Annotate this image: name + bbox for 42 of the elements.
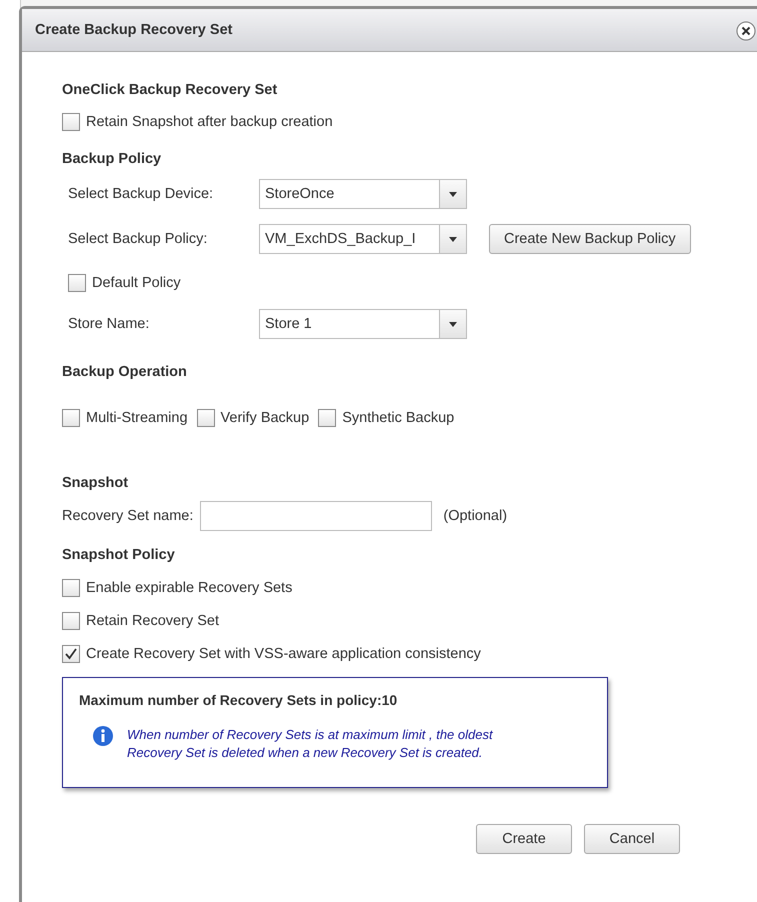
checkbox-label: Retain Snapshot after backup creation bbox=[86, 114, 333, 130]
checkbox[interactable] bbox=[62, 645, 80, 663]
dropdown-arrow-icon bbox=[449, 322, 457, 326]
dialog-button[interactable]: Cancel bbox=[584, 824, 680, 854]
dialog-title: Create Backup Recovery Set bbox=[35, 22, 232, 38]
recovery-set-name-field[interactable] bbox=[200, 501, 432, 531]
checkbox[interactable] bbox=[62, 612, 80, 630]
info-title: Maximum number of Recovery Sets in policy:10 bbox=[79, 692, 398, 708]
checkmark-icon bbox=[65, 648, 77, 660]
dropdown-arrow-icon bbox=[449, 192, 457, 196]
field-label: Select Backup Policy: bbox=[68, 231, 208, 247]
field-label: Select Backup Device: bbox=[68, 186, 214, 202]
checkbox[interactable] bbox=[62, 113, 80, 131]
info-icon bbox=[93, 726, 113, 746]
dropdown-arrow-icon bbox=[449, 236, 457, 242]
section-heading: Backup Operation bbox=[62, 364, 188, 382]
checkbox[interactable] bbox=[62, 409, 80, 427]
dialog-button[interactable]: Create bbox=[476, 824, 572, 854]
section-heading: Snapshot bbox=[62, 475, 130, 493]
close-icon[interactable] bbox=[736, 21, 756, 41]
checkbox-label: Default Policy bbox=[92, 275, 181, 291]
checkbox-label: Retain Recovery Set bbox=[86, 613, 219, 629]
create-policy-button[interactable]: Create New Backup Policy bbox=[489, 224, 691, 254]
checkbox-label: Verify Backup bbox=[220, 410, 310, 426]
checkbox[interactable] bbox=[318, 409, 336, 427]
section-heading: Snapshot Policy bbox=[62, 547, 176, 565]
field-label: Store Name: bbox=[68, 316, 150, 332]
dropdown[interactable]: VM_ExchDS_Backup_I bbox=[259, 224, 467, 254]
field-label: Recovery Set name: bbox=[62, 508, 194, 524]
dropdown[interactable]: Store 1 bbox=[259, 309, 467, 339]
section-heading: Backup Policy bbox=[62, 151, 162, 169]
info-message: When number of Recovery Sets is at maximum limit , the oldest Recovery Set is deleted when a new Recovery Set is created. bbox=[127, 726, 494, 762]
section-heading: OneClick Backup Recovery Set bbox=[62, 82, 278, 100]
checkbox-label: Multi-Streaming bbox=[86, 410, 188, 426]
optional-hint: (Optional) bbox=[443, 508, 508, 524]
checkbox[interactable] bbox=[62, 579, 80, 597]
checkbox-label: Synthetic Backup bbox=[342, 410, 454, 426]
checkbox-label: Enable expirable Recovery Sets bbox=[86, 580, 292, 596]
checkbox[interactable] bbox=[68, 274, 86, 292]
dropdown[interactable]: StoreOnce bbox=[259, 179, 467, 209]
checkbox[interactable] bbox=[196, 409, 215, 427]
checkbox-label: Create Recovery Set with VSS-aware application consistency bbox=[86, 646, 481, 662]
